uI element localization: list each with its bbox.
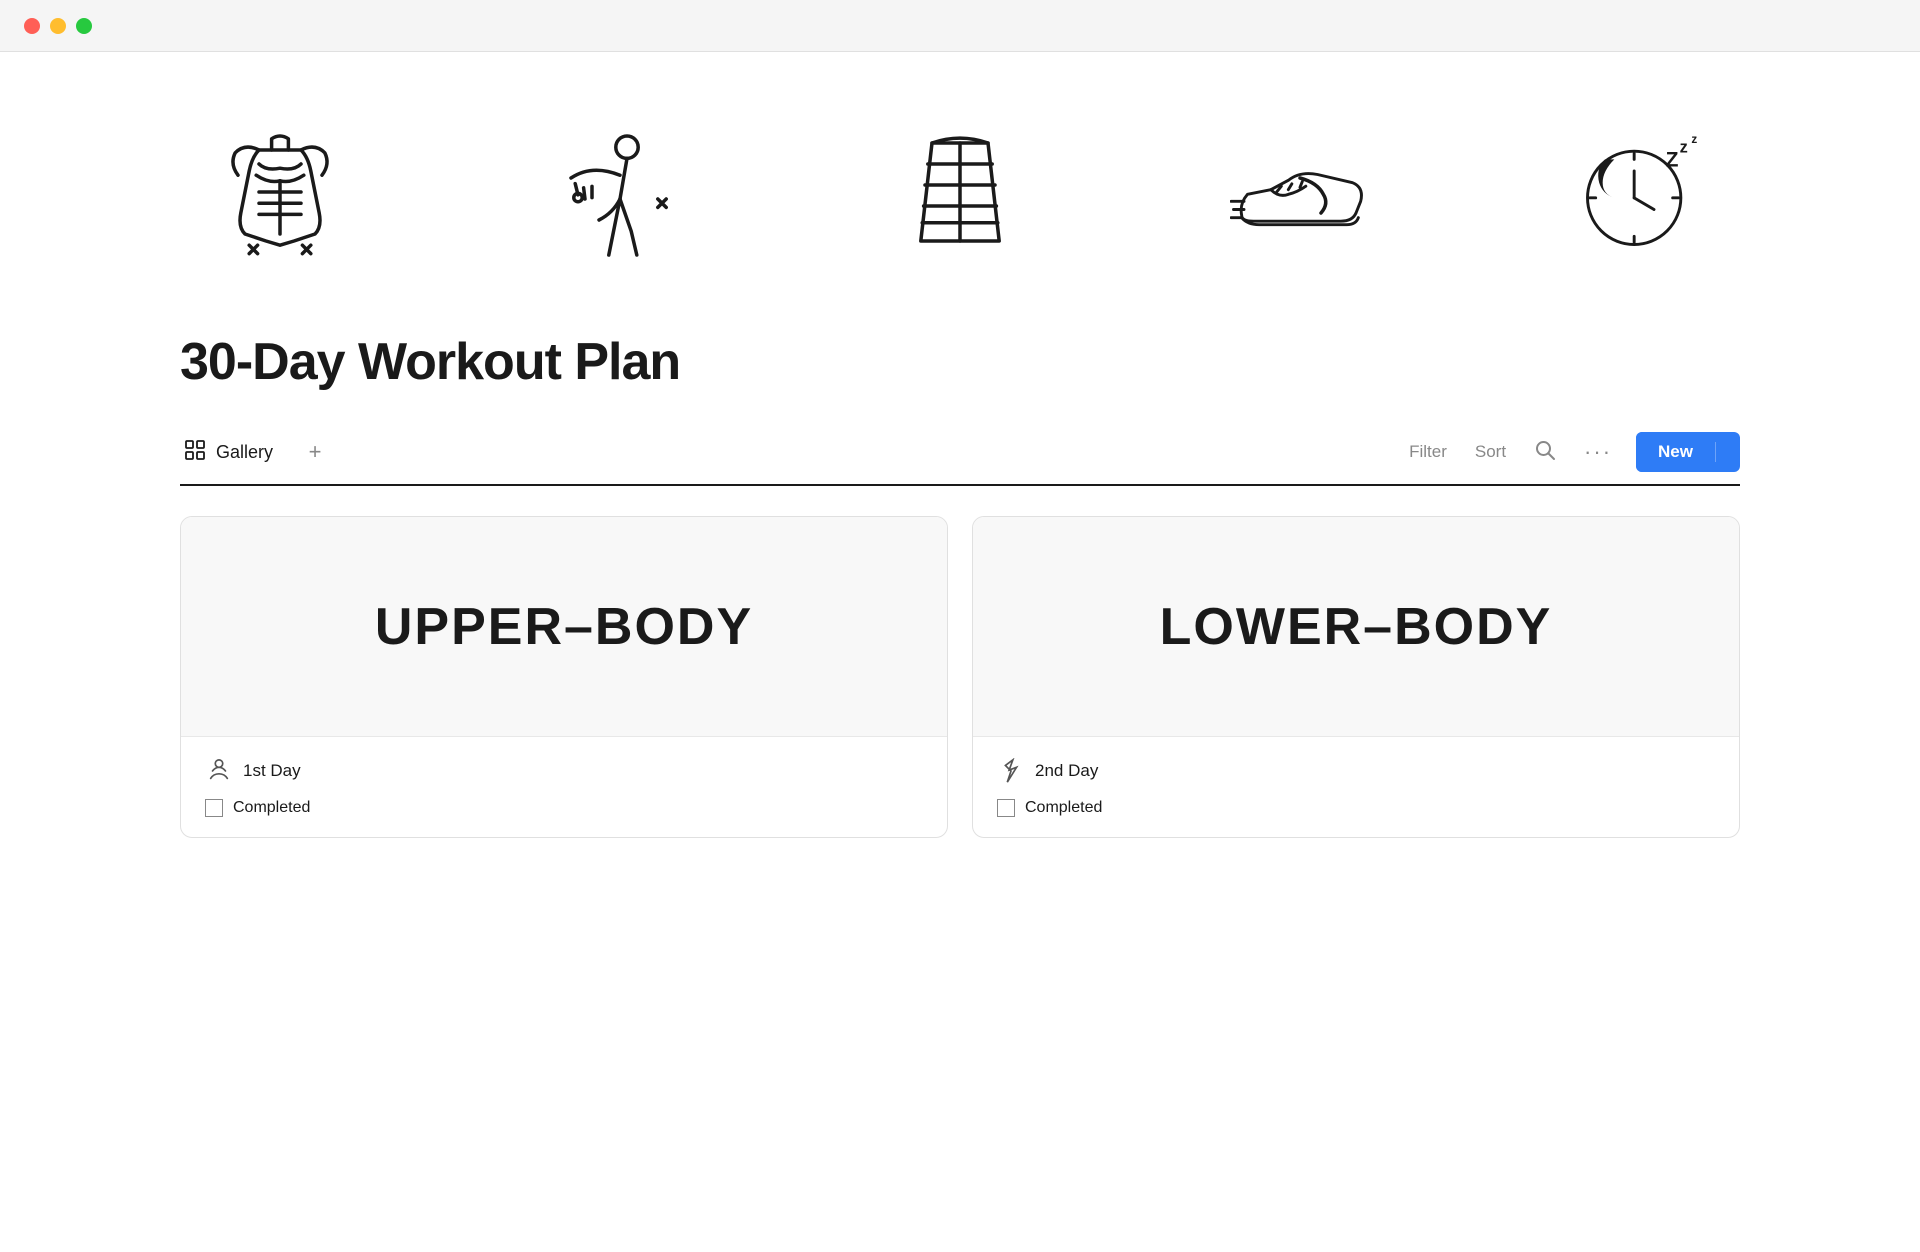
card-image-2: LOWER–BODY (973, 517, 1739, 737)
toolbar-left: Gallery + (180, 433, 333, 472)
sort-button[interactable]: Sort (1471, 436, 1510, 468)
plus-icon: + (309, 439, 322, 465)
close-button[interactable] (24, 18, 40, 34)
abs-icon (880, 112, 1040, 272)
svg-text:z: z (1680, 138, 1688, 156)
toolbar: Gallery + Filter Sort ··· New (180, 432, 1740, 486)
card-content-2: 2nd Day Completed (973, 737, 1739, 837)
gallery-tab[interactable]: Gallery (180, 433, 277, 472)
running-shoe-icon (1220, 112, 1380, 272)
filter-button[interactable]: Filter (1405, 436, 1451, 468)
card-day-row-2: 2nd Day (997, 757, 1715, 785)
completed-label-1: Completed (233, 799, 310, 817)
window-chrome (0, 0, 1920, 52)
more-options-button[interactable]: ··· (1580, 433, 1616, 471)
card-image-text-1: UPPER–BODY (375, 597, 753, 657)
svg-text:z: z (1691, 133, 1697, 146)
completed-checkbox-1[interactable] (205, 799, 223, 817)
icons-row: Z z z (180, 112, 1740, 272)
toolbar-right: Filter Sort ··· New (1405, 432, 1740, 472)
new-button-chevron[interactable] (1715, 442, 1740, 462)
card-image-1: UPPER–BODY (181, 517, 947, 737)
card-day-label-1: 1st Day (243, 761, 301, 781)
day-1-icon (205, 757, 233, 785)
gallery-card-2[interactable]: LOWER–BODY 2nd Day Completed (972, 516, 1740, 838)
new-button-group: New (1636, 432, 1740, 472)
card-completed-row-1: Completed (205, 799, 923, 817)
main-content: Z z z 30-Day Workout Plan (0, 52, 1920, 898)
card-day-label-2: 2nd Day (1035, 761, 1098, 781)
card-day-row-1: 1st Day (205, 757, 923, 785)
sleep-timer-icon: Z z z (1560, 112, 1720, 272)
gallery-card-1[interactable]: UPPER–BODY 1st Day Completed (180, 516, 948, 838)
gallery-icon (184, 439, 206, 466)
completed-checkbox-2[interactable] (997, 799, 1015, 817)
shoulder-stretch-icon (540, 112, 700, 272)
new-button[interactable]: New (1636, 432, 1715, 472)
svg-text:Z: Z (1666, 148, 1679, 171)
card-completed-row-2: Completed (997, 799, 1715, 817)
day-2-icon (997, 757, 1025, 785)
completed-label-2: Completed (1025, 799, 1102, 817)
card-content-1: 1st Day Completed (181, 737, 947, 837)
card-image-text-2: LOWER–BODY (1160, 597, 1553, 657)
gallery-tab-label: Gallery (216, 442, 273, 463)
search-button[interactable] (1530, 433, 1560, 472)
add-view-button[interactable]: + (297, 434, 333, 470)
page-title: 30-Day Workout Plan (180, 332, 1740, 392)
minimize-button[interactable] (50, 18, 66, 34)
maximize-button[interactable] (76, 18, 92, 34)
upper-body-icon (200, 112, 360, 272)
gallery-grid: UPPER–BODY 1st Day Completed (180, 516, 1740, 838)
